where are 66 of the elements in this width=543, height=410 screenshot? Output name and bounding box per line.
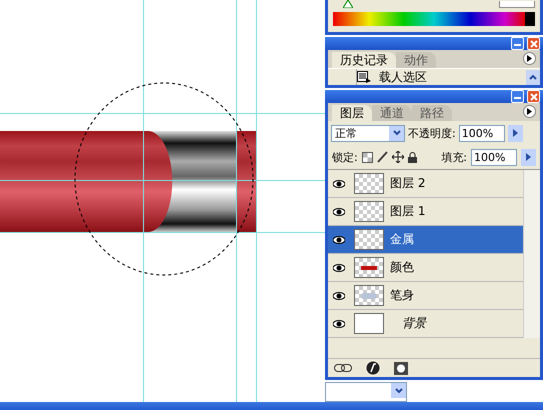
layer-name: 图层 1 <box>390 203 426 220</box>
layer-name: 颜色 <box>390 259 414 276</box>
layer-name: 笔身 <box>390 287 414 304</box>
eye-icon[interactable] <box>333 180 345 188</box>
panel-tab[interactable]: 图层 <box>332 105 372 121</box>
layer-name: 图层 2 <box>390 175 426 192</box>
layer-row[interactable]: 图层 2 <box>328 170 523 198</box>
brush-icon[interactable] <box>376 151 388 163</box>
layer-name: 金属 <box>390 231 414 248</box>
color-swatch[interactable] <box>499 1 535 8</box>
layer-thumbnail <box>354 313 384 334</box>
chevron-down-icon <box>392 130 400 136</box>
dropdown-field[interactable] <box>325 382 407 402</box>
opacity-arrow-button[interactable] <box>508 124 523 142</box>
close-button[interactable] <box>527 37 540 50</box>
layer-thumbnail <box>354 201 384 222</box>
fill-label: 填充: <box>441 150 467 164</box>
triangle-right-icon <box>527 54 532 62</box>
layer-thumbnail <box>354 257 384 278</box>
chevron-up-icon <box>529 74 537 80</box>
layer-row[interactable]: 背景 <box>328 310 523 338</box>
layer-thumbnail <box>354 173 384 194</box>
close-icon <box>530 40 538 48</box>
triangle-right-icon <box>527 108 532 114</box>
eye-icon[interactable] <box>333 320 345 328</box>
blend-mode-dropdown[interactable]: 正常 <box>331 124 405 142</box>
eye-icon[interactable] <box>333 264 345 272</box>
history-step[interactable]: 载人选区 <box>379 68 427 86</box>
opacity-field[interactable]: 100% <box>458 124 505 142</box>
layer-style-icon[interactable] <box>366 361 380 375</box>
lock-transparency-icon[interactable] <box>362 152 373 162</box>
close-icon <box>530 92 538 100</box>
chevron-down-icon <box>394 388 402 394</box>
slider-triangle-icon[interactable] <box>343 0 353 8</box>
triangle-right-icon <box>526 153 531 161</box>
opacity-label: 不透明度: <box>408 126 456 140</box>
panel-tab[interactable]: 动作 <box>396 52 436 68</box>
link-icon[interactable] <box>334 364 352 372</box>
panel-menu-button[interactable] <box>523 104 536 118</box>
selection-step-icon <box>357 71 371 83</box>
eye-icon[interactable] <box>333 208 345 216</box>
fill-field[interactable]: 100% <box>471 148 517 166</box>
layer-row[interactable]: 颜色 <box>328 254 523 282</box>
mask-icon[interactable] <box>394 362 408 374</box>
eye-icon[interactable] <box>333 236 345 244</box>
panel-tab[interactable]: 历史记录 <box>332 52 396 68</box>
close-button[interactable] <box>527 90 540 103</box>
panel-tab[interactable]: 路径 <box>412 105 452 121</box>
scrollbar[interactable] <box>523 170 540 338</box>
move-icon[interactable] <box>392 151 404 163</box>
scroll-up-button[interactable] <box>526 70 540 84</box>
panel-tab[interactable]: 通道 <box>372 105 412 121</box>
eye-icon[interactable] <box>333 292 345 300</box>
color-spectrum[interactable] <box>333 12 535 26</box>
minimize-button[interactable] <box>511 90 524 103</box>
layer-name: 背景 <box>402 315 426 332</box>
panel-menu-button[interactable] <box>523 52 536 64</box>
minimize-button[interactable] <box>511 37 524 50</box>
layer-thumbnail <box>354 285 384 306</box>
fill-arrow-button[interactable] <box>521 148 536 166</box>
lock-label: 锁定: <box>332 150 358 164</box>
layer-row[interactable]: 笔身 <box>328 282 523 310</box>
layer-row[interactable]: 金属 <box>328 226 523 254</box>
lock-icon[interactable] <box>408 152 417 162</box>
triangle-right-icon <box>512 129 518 137</box>
layer-thumbnail <box>354 229 384 250</box>
